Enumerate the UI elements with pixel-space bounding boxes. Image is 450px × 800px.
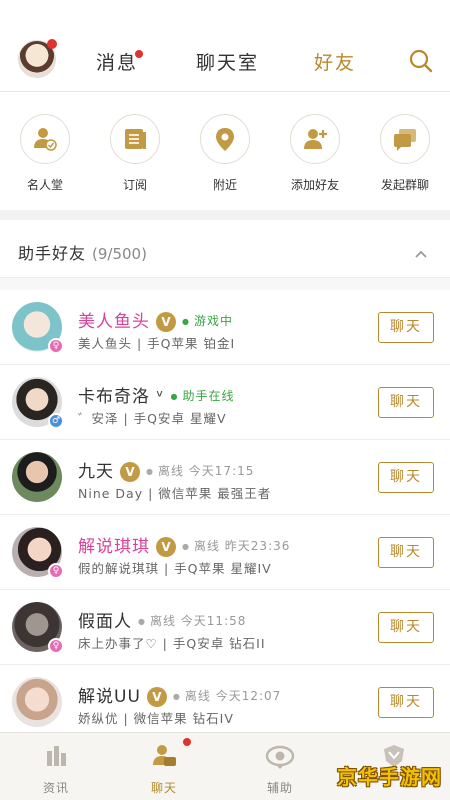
- friend-name: 解说UU: [78, 687, 141, 707]
- shortcut-add-friend[interactable]: 添加好友: [270, 114, 360, 193]
- location-icon: [200, 114, 250, 164]
- avatar[interactable]: [12, 677, 62, 727]
- shortcut-label: 名人堂: [26, 178, 63, 192]
- watermark: 京华手游网: [337, 765, 442, 789]
- friend-row[interactable]: 九天 V 离线 今天17:15 Nine Day | 微信苹果 最强王者 聊天: [0, 440, 450, 515]
- male-icon: ♂: [48, 413, 64, 429]
- chat-unread-dot: [183, 738, 191, 746]
- offline-status: 离线 今天12:07: [173, 689, 281, 703]
- friend-name: 九天: [78, 462, 114, 482]
- friend-row[interactable]: ♀ 美人鱼头 V 游戏中 美人鱼头 | 手Q苹果 铂金I 聊天: [0, 290, 450, 365]
- shortcut-label: 订阅: [122, 178, 147, 192]
- offline-status: 离线 昨天23:36: [182, 539, 290, 553]
- collapse-chevron-icon[interactable]: [414, 244, 428, 258]
- shortcut-group-chat[interactable]: 发起群聊: [360, 114, 450, 193]
- vip-badge: V: [156, 537, 176, 557]
- shortcut-bar: 名人堂 订阅 附近 添加好友 发起群聊: [0, 92, 450, 210]
- shortcut-subscribe[interactable]: 订阅: [90, 114, 180, 193]
- vip-badge: V: [120, 462, 140, 482]
- friend-name: 卡布奇洛 ᵛ: [78, 387, 165, 407]
- shortcut-hall-of-fame[interactable]: 名人堂: [0, 114, 90, 193]
- online-status: 游戏中: [182, 314, 233, 328]
- friend-row[interactable]: ♀ 解说琪琪 V 离线 昨天23:36 假的解说琪琪 | 手Q苹果 星耀IV 聊天: [0, 515, 450, 590]
- nav-label: 聊天: [150, 781, 177, 795]
- shortcut-nearby[interactable]: 附近: [180, 114, 270, 193]
- news-icon: [16, 743, 96, 773]
- friend-name-line: 九天 V 离线 今天17:15: [78, 457, 254, 482]
- tab-friends[interactable]: 好友: [314, 48, 356, 75]
- section-divider: [0, 278, 450, 290]
- avatar[interactable]: ♀: [12, 527, 64, 579]
- avatar[interactable]: ♀: [12, 602, 64, 654]
- shortcut-label: 发起群聊: [380, 178, 429, 192]
- friend-subtitle: 床上办事了♡ | 手Q安卓 钻石II: [78, 636, 266, 651]
- chat-button[interactable]: 聊天: [378, 387, 434, 418]
- friend-row[interactable]: ♀ 假面人离线 今天11:58 床上办事了♡ | 手Q安卓 钻石II 聊天: [0, 590, 450, 665]
- subscribe-icon: [110, 114, 160, 164]
- chat-button[interactable]: 聊天: [378, 687, 434, 718]
- friend-subtitle: 假的解说琪琪 | 手Q苹果 星耀IV: [78, 561, 272, 576]
- friend-name-line: 解说UUV 离线 今天12:07: [78, 682, 281, 707]
- friend-subtitle: Nine Day | 微信苹果 最强王者: [78, 486, 272, 501]
- group-chat-icon: [380, 114, 430, 164]
- user-avatar[interactable]: [18, 39, 57, 78]
- tab-chat-room[interactable]: 聊天室: [196, 48, 259, 75]
- hall-of-fame-icon: [20, 114, 70, 164]
- female-icon: ♀: [48, 563, 64, 579]
- female-icon: ♀: [48, 338, 64, 354]
- friend-list: ♀ 美人鱼头 V 游戏中 美人鱼头 | 手Q苹果 铂金I 聊天 ♂ 卡布奇洛 ᵛ 助手…: [0, 290, 450, 732]
- friend-subtitle: 娇纵优 | 微信苹果 钻石IV: [78, 711, 234, 726]
- offline-status: 离线 今天17:15: [146, 464, 254, 478]
- friend-name: 解说琪琪: [78, 537, 150, 557]
- avatar[interactable]: [12, 452, 62, 502]
- avatar[interactable]: ♀: [12, 302, 64, 354]
- nav-label: 资讯: [42, 781, 69, 795]
- nav-chat[interactable]: 聊天: [124, 743, 204, 796]
- friend-name-line: 解说琪琪 V 离线 昨天23:36: [78, 532, 290, 557]
- vip-badge: V: [146, 687, 167, 707]
- friend-subtitle: ゛安泽 | 手Q安卓 星耀V: [78, 411, 227, 426]
- avatar[interactable]: ♂: [12, 377, 64, 429]
- chat-icon: [124, 743, 204, 773]
- group-count: (9/500): [92, 245, 147, 263]
- add-friend-icon: [290, 114, 340, 164]
- section-divider: [0, 210, 450, 220]
- assist-icon: [240, 743, 320, 773]
- friend-row[interactable]: 解说UUV 离线 今天12:07 娇纵优 | 微信苹果 钻石IV 聊天: [0, 665, 450, 732]
- messages-unread-dot: [135, 50, 143, 58]
- shortcut-label: 添加好友: [290, 178, 339, 192]
- online-status: 助手在线: [171, 389, 235, 403]
- group-title-text: 助手好友: [18, 244, 87, 263]
- tab-messages[interactable]: 消息: [96, 48, 138, 75]
- female-icon: ♀: [48, 638, 64, 654]
- search-icon[interactable]: [408, 48, 434, 74]
- friend-group-title: 助手好友 (9/500): [18, 240, 147, 264]
- friend-name-line: 美人鱼头 V 游戏中: [78, 307, 233, 332]
- chat-button[interactable]: 聊天: [378, 612, 434, 643]
- friend-name-line: 假面人离线 今天11:58: [78, 607, 246, 632]
- chat-button[interactable]: 聊天: [378, 462, 434, 493]
- friend-name: 假面人: [78, 612, 132, 632]
- nav-news[interactable]: 资讯: [16, 743, 96, 796]
- friend-row[interactable]: ♂ 卡布奇洛 ᵛ 助手在线 ゛安泽 | 手Q安卓 星耀V 聊天: [0, 365, 450, 440]
- notification-dot: [47, 39, 57, 49]
- friend-group-header[interactable]: 助手好友 (9/500): [0, 220, 450, 278]
- shortcut-label: 附近: [212, 178, 237, 192]
- offline-status: 离线 今天11:58: [138, 614, 246, 628]
- chat-button[interactable]: 聊天: [378, 537, 434, 568]
- nav-label: 辅助: [266, 781, 293, 795]
- vip-badge: V: [156, 312, 176, 332]
- nav-assist[interactable]: 辅助: [240, 743, 320, 796]
- friend-name-line: 卡布奇洛 ᵛ 助手在线: [78, 382, 235, 407]
- top-bar: 消息 聊天室 好友: [0, 0, 450, 92]
- friend-name: 美人鱼头: [78, 312, 150, 332]
- friend-subtitle: 美人鱼头 | 手Q苹果 铂金I: [78, 336, 236, 351]
- chat-button[interactable]: 聊天: [378, 312, 434, 343]
